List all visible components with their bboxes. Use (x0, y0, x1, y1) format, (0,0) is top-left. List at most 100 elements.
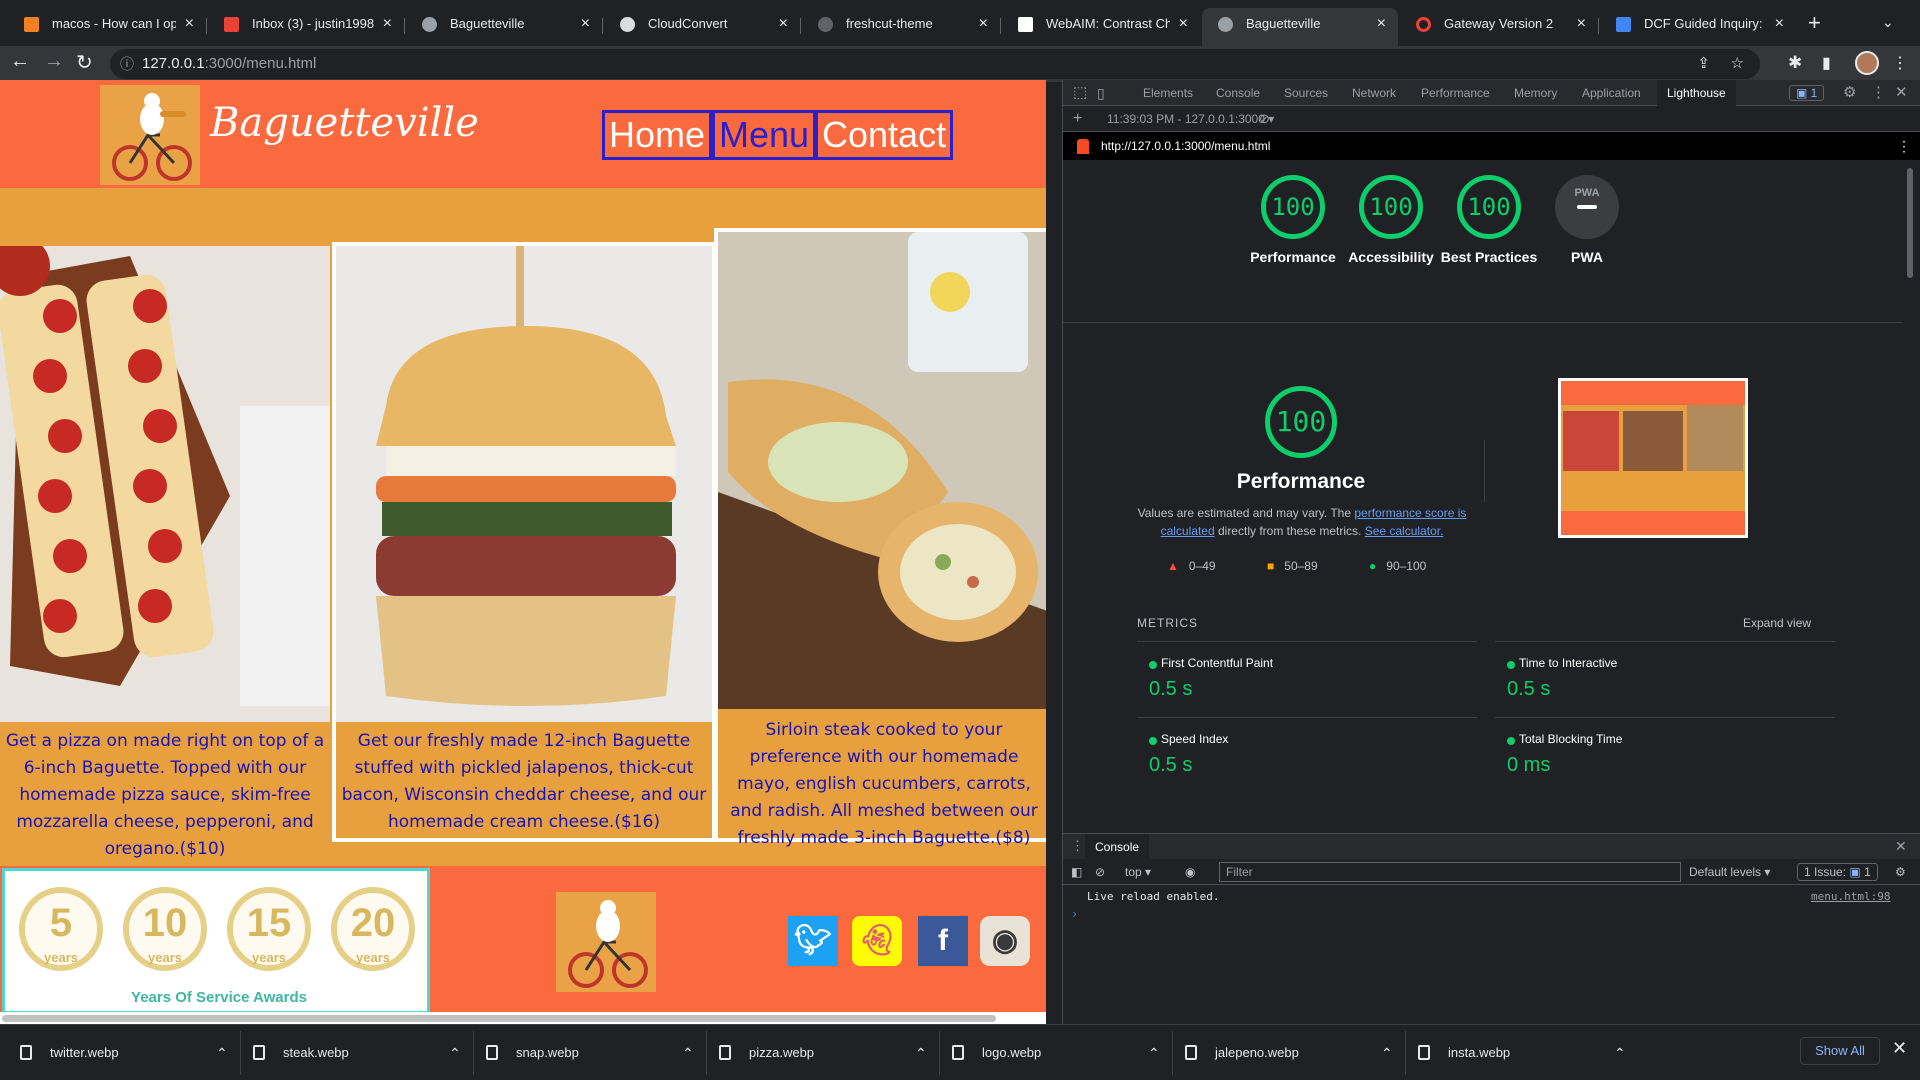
devtools-tab-performance[interactable]: Performance (1421, 80, 1490, 106)
console-log-source-link[interactable]: menu.html:98 (1811, 890, 1890, 903)
close-tab-icon[interactable]: × (979, 8, 988, 40)
download-item[interactable]: logo.webp ⌃ (952, 1041, 1162, 1065)
nav-link-contact[interactable]: Contact (815, 110, 954, 160)
download-item[interactable]: twitter.webp ⌃ (20, 1041, 230, 1065)
snapchat-icon[interactable]: 👻︎ (852, 916, 902, 966)
extensions-puzzle-icon[interactable]: ✱ (1788, 53, 1802, 73)
chevron-up-icon[interactable]: ⌃ (449, 1041, 461, 1065)
forward-arrow-icon[interactable]: → (44, 50, 64, 73)
show-all-downloads-button[interactable]: Show All (1800, 1037, 1880, 1065)
live-expression-eye-icon[interactable]: ◉ (1185, 859, 1195, 885)
chevron-up-icon[interactable]: ⌃ (1614, 1041, 1626, 1065)
close-devtools-icon[interactable]: ✕ (1895, 80, 1908, 106)
inspect-element-icon[interactable]: ⬚ (1073, 80, 1087, 106)
browser-tab[interactable]: macos - How can I open× (8, 8, 206, 46)
context-selector[interactable]: top ▾ (1125, 859, 1151, 885)
clear-reports-icon[interactable]: ⊘ (1259, 106, 1270, 132)
devtools-tab-network[interactable]: Network (1352, 80, 1396, 106)
chevron-up-icon[interactable]: ⌃ (1148, 1041, 1160, 1065)
browser-tab[interactable]: Gateway Version 2 × (1400, 8, 1598, 46)
devtools-tab-lighthouse[interactable]: Lighthouse (1657, 80, 1736, 106)
reload-icon[interactable]: ↻ (76, 50, 93, 75)
chevron-up-icon[interactable]: ⌃ (1381, 1041, 1393, 1065)
score-gauge-best-practices[interactable]: 100 (1457, 175, 1521, 239)
console-settings-gear-icon[interactable]: ⚙ (1895, 859, 1906, 885)
site-info-icon[interactable]: ⓘ (120, 49, 134, 79)
page-horizontal-scrollbar[interactable] (0, 1012, 1046, 1024)
browser-tab[interactable]: CloudConvert × (604, 8, 800, 46)
metric-first-contentful-paint: First Contentful Paint 0.5 s (1137, 641, 1477, 701)
devtools-tab-sources[interactable]: Sources (1284, 80, 1328, 106)
settings-gear-icon[interactable]: ⚙ (1843, 80, 1856, 106)
profile-avatar[interactable] (1855, 51, 1879, 75)
award-medal: 5 years (19, 887, 103, 971)
close-downloads-bar-icon[interactable]: ✕ (1892, 1038, 1907, 1059)
browser-menu-kebab-icon[interactable]: ⋮ (1892, 53, 1908, 73)
see-calculator-link[interactable]: See calculator. (1365, 524, 1444, 538)
score-gauge-accessibility[interactable]: 100 (1359, 175, 1423, 239)
report-menu-kebab-icon[interactable]: ⋮ (1897, 132, 1911, 160)
close-tab-icon[interactable]: × (383, 8, 392, 40)
issues-badge[interactable]: ▣ 1 (1789, 85, 1825, 101)
browser-tab[interactable]: Baguetteville × (406, 8, 602, 46)
download-item[interactable]: steak.webp ⌃ (253, 1041, 463, 1065)
facebook-icon[interactable]: f (918, 916, 968, 966)
new-report-plus-icon[interactable]: + (1073, 106, 1082, 132)
devtools-menu-kebab-icon[interactable]: ⋮ (1871, 80, 1886, 106)
download-item[interactable]: pizza.webp ⌃ (719, 1041, 929, 1065)
console-issues-button[interactable]: 1 Issue: ▣ 1 (1797, 863, 1878, 881)
nav-link-home[interactable]: Home (602, 110, 713, 160)
score-gauge-performance[interactable]: 100 (1261, 175, 1325, 239)
devtools-tab-application[interactable]: Application (1582, 80, 1641, 106)
site-footer: 5 years 10 years 15 years 20 years Years Of … (0, 866, 1046, 1016)
back-arrow-icon[interactable]: ← (10, 50, 30, 73)
chevron-up-icon[interactable]: ⌃ (216, 1041, 228, 1065)
report-selector[interactable]: 11:39:03 PM - 127.0.0.1:3000 ▾ (1107, 106, 1274, 132)
chevron-up-icon[interactable]: ⌃ (915, 1041, 927, 1065)
close-tab-icon[interactable]: × (779, 8, 788, 40)
report-url[interactable]: http://127.0.0.1:3000/menu.html (1101, 132, 1270, 160)
device-toolbar-icon[interactable]: ▯ (1097, 80, 1105, 106)
devtools-tab-memory[interactable]: Memory (1514, 80, 1557, 106)
log-levels-dropdown[interactable]: Default levels ▾ (1689, 859, 1770, 885)
side-panel-icon[interactable]: ▮ (1822, 53, 1831, 73)
chevron-up-icon[interactable]: ⌃ (682, 1041, 694, 1065)
pwa-badge-icon[interactable]: PWA (1555, 175, 1619, 239)
close-tab-icon[interactable]: × (1377, 8, 1386, 40)
download-item[interactable]: snap.webp ⌃ (486, 1041, 696, 1065)
browser-tab-active[interactable]: Baguetteville × (1202, 8, 1398, 46)
browser-tab[interactable]: freshcut-theme × (802, 8, 1000, 46)
share-icon[interactable]: ⇪ (1697, 49, 1710, 79)
drawer-tab-console[interactable]: Console (1085, 834, 1150, 860)
browser-tab[interactable]: WebAIM: Contrast Chec× (1002, 8, 1200, 46)
devtools-tab-console[interactable]: Console (1216, 80, 1260, 106)
console-prompt-chevron-icon[interactable]: › (1071, 907, 1078, 921)
nav-link-menu[interactable]: Menu (712, 110, 817, 160)
twitter-icon[interactable]: 🐦︎ (788, 916, 838, 966)
bookmark-star-icon[interactable]: ☆ (1731, 49, 1744, 79)
browser-tab[interactable]: DCF Guided Inquiry: HT× (1600, 8, 1796, 46)
console-sidebar-icon[interactable]: ◧ (1071, 859, 1082, 885)
browser-tab[interactable]: Inbox (3) - justin1998m × (208, 8, 404, 46)
lighthouse-scrollbar[interactable] (1907, 168, 1913, 278)
expand-view-toggle[interactable]: Expand view (1743, 616, 1811, 630)
file-icon (719, 1045, 731, 1060)
console-filter-input[interactable]: Filter (1219, 862, 1681, 882)
downloads-bar: twitter.webp ⌃ steak.webp ⌃ snap.webp ⌃ piz… (0, 1024, 1920, 1080)
clear-console-icon[interactable]: ⊘ (1095, 859, 1105, 885)
download-item[interactable]: insta.webp ⌃ (1418, 1041, 1628, 1065)
close-drawer-icon[interactable]: ✕ (1895, 838, 1907, 855)
new-tab-plus-icon[interactable]: + (1808, 10, 1821, 36)
devtools-tab-elements[interactable]: Elements (1143, 80, 1193, 106)
close-tab-icon[interactable]: × (1577, 8, 1586, 40)
download-item[interactable]: jalepeno.webp ⌃ (1185, 1041, 1395, 1065)
final-screenshot-thumbnail[interactable] (1558, 378, 1748, 538)
instagram-icon[interactable]: ◉ (980, 916, 1030, 966)
close-tab-icon[interactable]: × (185, 8, 194, 40)
drawer-menu-kebab-icon[interactable]: ⋮ (1071, 838, 1084, 854)
close-tab-icon[interactable]: × (1179, 8, 1188, 40)
close-tab-icon[interactable]: × (581, 8, 590, 40)
tab-search-chevron-icon[interactable]: ⌄ (1882, 14, 1894, 31)
address-bar[interactable]: ⓘ 127.0.0.1:3000/menu.html ⇪ ☆ (110, 49, 1760, 79)
close-tab-icon[interactable]: × (1775, 8, 1784, 40)
